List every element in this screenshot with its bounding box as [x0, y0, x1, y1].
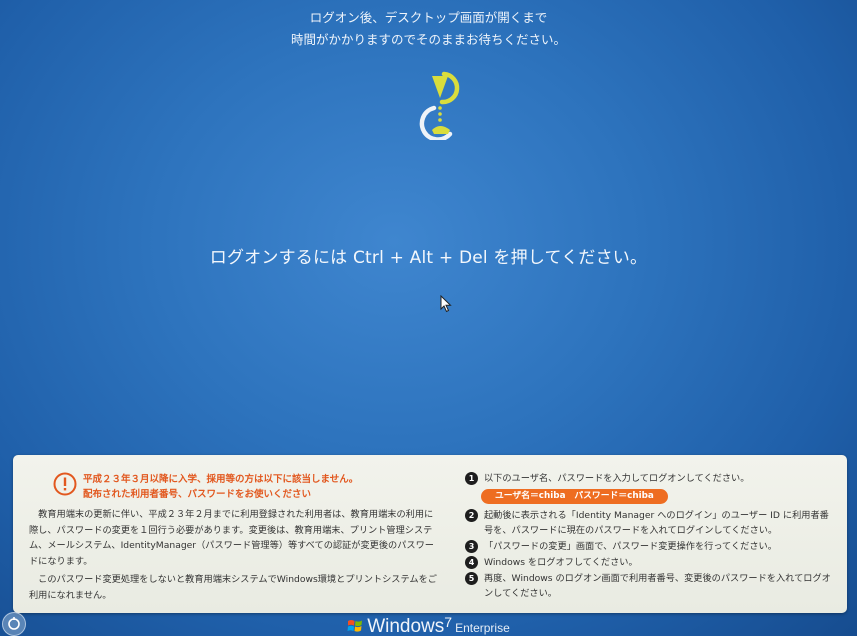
step-number: 4: [465, 556, 478, 569]
step-number: 2: [465, 509, 478, 522]
notice-heading: 平成２３年３月以降に入学、採用等の方は以下に該当しません。 配布された利用者番号…: [83, 472, 358, 502]
step-5: 5 再度、Windows のログオン画面で利用者番号、変更後のパスワードを入れて…: [465, 571, 837, 601]
windows-edition: Enterprise: [455, 621, 510, 635]
windows-flag-icon: [347, 620, 363, 632]
notice-paragraph: 教育用端末の更新に伴い、平成２３年２月までに利用登録された利用者は、教育用端末の…: [29, 509, 434, 567]
step-text: 以下のユーザ名、パスワードを入力してログオンしてください。: [484, 473, 750, 484]
wait-message-line1: ログオン後、デスクトップ画面が開くまで: [309, 10, 548, 25]
instruction-steps: 1 以下のユーザ名、パスワードを入力してログオンしてください。 ユーザ名＝chi…: [465, 471, 837, 601]
wait-message-line2: 時間がかかりますのでそのままお待ちください。: [290, 32, 566, 47]
password-notice-panel: 平成２３年３月以降に入学、採用等の方は以下に該当しません。 配布された利用者番号…: [13, 455, 847, 613]
step-number: 5: [465, 572, 478, 585]
step-number: 3: [465, 540, 478, 553]
windows-logo: Windows7 Enterprise: [0, 614, 857, 636]
step-text: 「パスワードの変更」画面で、パスワード変更操作を行ってください。: [484, 541, 777, 552]
step-text: Windows をログオフしてください。: [484, 557, 638, 568]
mouse-cursor-icon: [440, 295, 452, 313]
wait-message: ログオン後、デスクトップ画面が開くまで 時間がかかりますのでそのままお待ちくださ…: [0, 7, 857, 51]
windows-version: 7: [444, 614, 453, 630]
logon-prompt: ログオンするには Ctrl + Alt + Del を押してください。: [209, 248, 648, 268]
notice-paragraph: このパスワード変更処理をしないと教育用端末システムでWindows環境とプリント…: [29, 574, 437, 601]
step-text: 再度、Windows のログオン画面で利用者番号、変更後のパスワードを入れてログ…: [484, 573, 831, 599]
notice-heading-line1: 平成２３年３月以降に入学、採用等の方は以下に該当しません。: [83, 474, 359, 485]
credentials-badge: ユーザ名＝chiba パスワード＝chiba: [481, 489, 668, 504]
step-3: 3 「パスワードの変更」画面で、パスワード変更操作を行ってください。: [465, 539, 837, 554]
warning-icon: [53, 472, 77, 496]
hourglass-icon: [419, 71, 460, 140]
step-2: 2 起動後に表示される「Identity Manager へのログイン」のユーザ…: [465, 508, 837, 538]
windows-wordmark: Windows: [367, 616, 445, 636]
step-4: 4 Windows をログオフしてください。: [465, 555, 837, 570]
step-text: 起動後に表示される「Identity Manager へのログイン」のユーザー …: [484, 510, 829, 536]
step-1: 1 以下のユーザ名、パスワードを入力してログオンしてください。: [465, 471, 837, 486]
notice-heading-line2: 配布された利用者番号、パスワードをお使いください: [83, 489, 312, 500]
notice-body: 教育用端末の更新に伴い、平成２３年２月までに利用登録された利用者は、教育用端末の…: [29, 507, 441, 604]
step-number: 1: [465, 472, 478, 485]
